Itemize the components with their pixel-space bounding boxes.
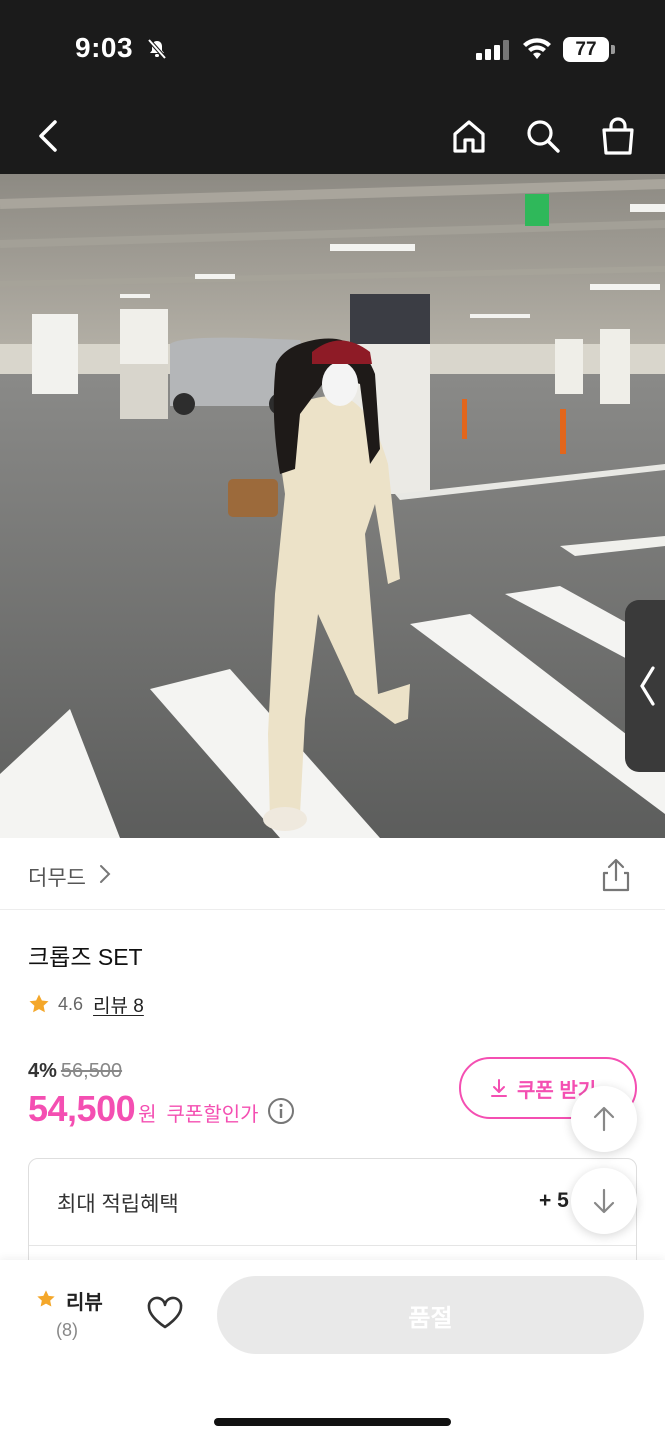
brand-name[interactable]: 더무드 <box>28 862 86 892</box>
discount-row: 4% 56,500 <box>28 1060 122 1083</box>
bell-off-icon <box>146 38 168 65</box>
chevron-left-icon <box>640 666 655 706</box>
scroll-bottom-button[interactable] <box>571 1168 637 1234</box>
chevron-right-icon[interactable] <box>98 864 112 889</box>
share-icon[interactable] <box>600 858 632 897</box>
search-icon[interactable] <box>521 114 565 158</box>
star-icon <box>29 994 49 1013</box>
coupon-price-label: 쿠폰할인가 <box>166 1104 259 1126</box>
star-icon <box>37 1290 55 1307</box>
heart-icon[interactable] <box>146 1296 184 1335</box>
price-row: 54,500 원 쿠폰할인가 <box>28 1088 295 1130</box>
arrow-down-icon <box>593 1188 615 1214</box>
review-link[interactable]: 리뷰 8 <box>93 991 144 1018</box>
sold-out-button[interactable]: 품절 <box>217 1276 644 1354</box>
bottom-review-label: 리뷰 <box>66 1292 103 1314</box>
brand-row: 더무드 <box>0 838 665 910</box>
battery-tip <box>611 45 615 54</box>
points-value: + 5 <box>539 1189 569 1212</box>
wifi-icon <box>522 37 552 66</box>
side-panel-tab[interactable] <box>625 600 665 772</box>
back-icon[interactable] <box>26 114 70 158</box>
divider <box>29 1245 636 1246</box>
rating-value: 4.6 <box>58 993 84 1014</box>
currency-label: 원 <box>138 1104 157 1126</box>
shopping-bag-icon[interactable] <box>596 114 640 158</box>
battery-level: 77 <box>563 37 609 62</box>
original-price: 56,500 <box>60 1060 123 1082</box>
discount-rate: 4% <box>28 1060 57 1082</box>
product-title: 크롭즈 SET <box>28 944 143 970</box>
rating-row: 4.6 리뷰 8 <box>28 990 144 1018</box>
cellular-signal-icon <box>476 40 510 65</box>
bottom-review-count: (8) <box>56 1320 78 1340</box>
home-icon[interactable] <box>447 114 491 158</box>
scroll-top-button[interactable] <box>571 1086 637 1152</box>
status-time: 9:03 <box>75 32 134 63</box>
top-bar: 9:03 77 <box>0 0 665 174</box>
sale-price: 54,500 <box>28 1088 136 1129</box>
download-icon <box>491 1079 507 1097</box>
arrow-up-icon <box>593 1106 615 1132</box>
bottom-action-bar: 리뷰 (8) 품절 <box>0 1260 665 1440</box>
points-label: 최대 적립혜택 <box>57 1193 179 1216</box>
product-image[interactable] <box>0 174 665 838</box>
info-icon[interactable] <box>267 1097 295 1130</box>
home-indicator <box>214 1418 451 1426</box>
